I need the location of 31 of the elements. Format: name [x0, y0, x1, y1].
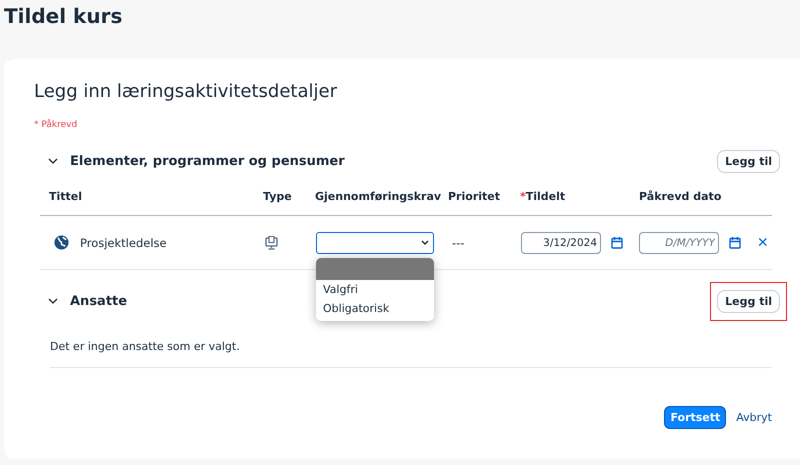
chevron-icon[interactable]	[48, 156, 58, 166]
calendar-button[interactable]	[729, 236, 741, 249]
column-header: Type	[254, 174, 306, 216]
calendar-icon	[729, 236, 741, 249]
column-header: Tittel	[40, 174, 254, 216]
column-header: Påkrevd dato	[630, 174, 772, 216]
column-header: Gjennomføringskrav	[306, 174, 439, 216]
column-header: *Tildelt	[511, 174, 630, 216]
add-button[interactable]: Legg til	[717, 290, 780, 312]
continue-button[interactable]: Fortsett	[664, 406, 726, 429]
section-title: Ansatte	[70, 294, 128, 308]
priority-value: ---	[452, 236, 464, 250]
course-title: Prosjektledelse	[80, 236, 167, 250]
dropdown-option[interactable]: Obligatorisk	[316, 299, 434, 318]
dropdown-option[interactable]: Valgfri	[316, 280, 434, 299]
close-button[interactable]: ×	[757, 232, 768, 253]
calendar-icon	[611, 236, 623, 249]
cancel-link[interactable]: Avbryt	[734, 407, 774, 428]
page-title: Tildel kurs	[3, 3, 124, 30]
add-button[interactable]: Legg til	[717, 150, 780, 172]
chevron-icon[interactable]	[48, 296, 58, 306]
computer-icon	[265, 236, 278, 250]
form-heading: Legg inn læringsaktivitetsdetaljer	[34, 81, 337, 102]
date-field[interactable]: 3/12/2024	[521, 232, 601, 254]
globe-icon	[54, 235, 69, 250]
empty-message: Det er ingen ansatte som er valgt.	[50, 314, 772, 368]
select-field[interactable]	[316, 232, 434, 254]
required-note: * Påkrevd	[34, 120, 78, 130]
caret-icon	[421, 240, 429, 246]
calendar-button[interactable]	[611, 236, 623, 249]
section-title: Elementer, programmer og pensumer	[70, 154, 346, 168]
